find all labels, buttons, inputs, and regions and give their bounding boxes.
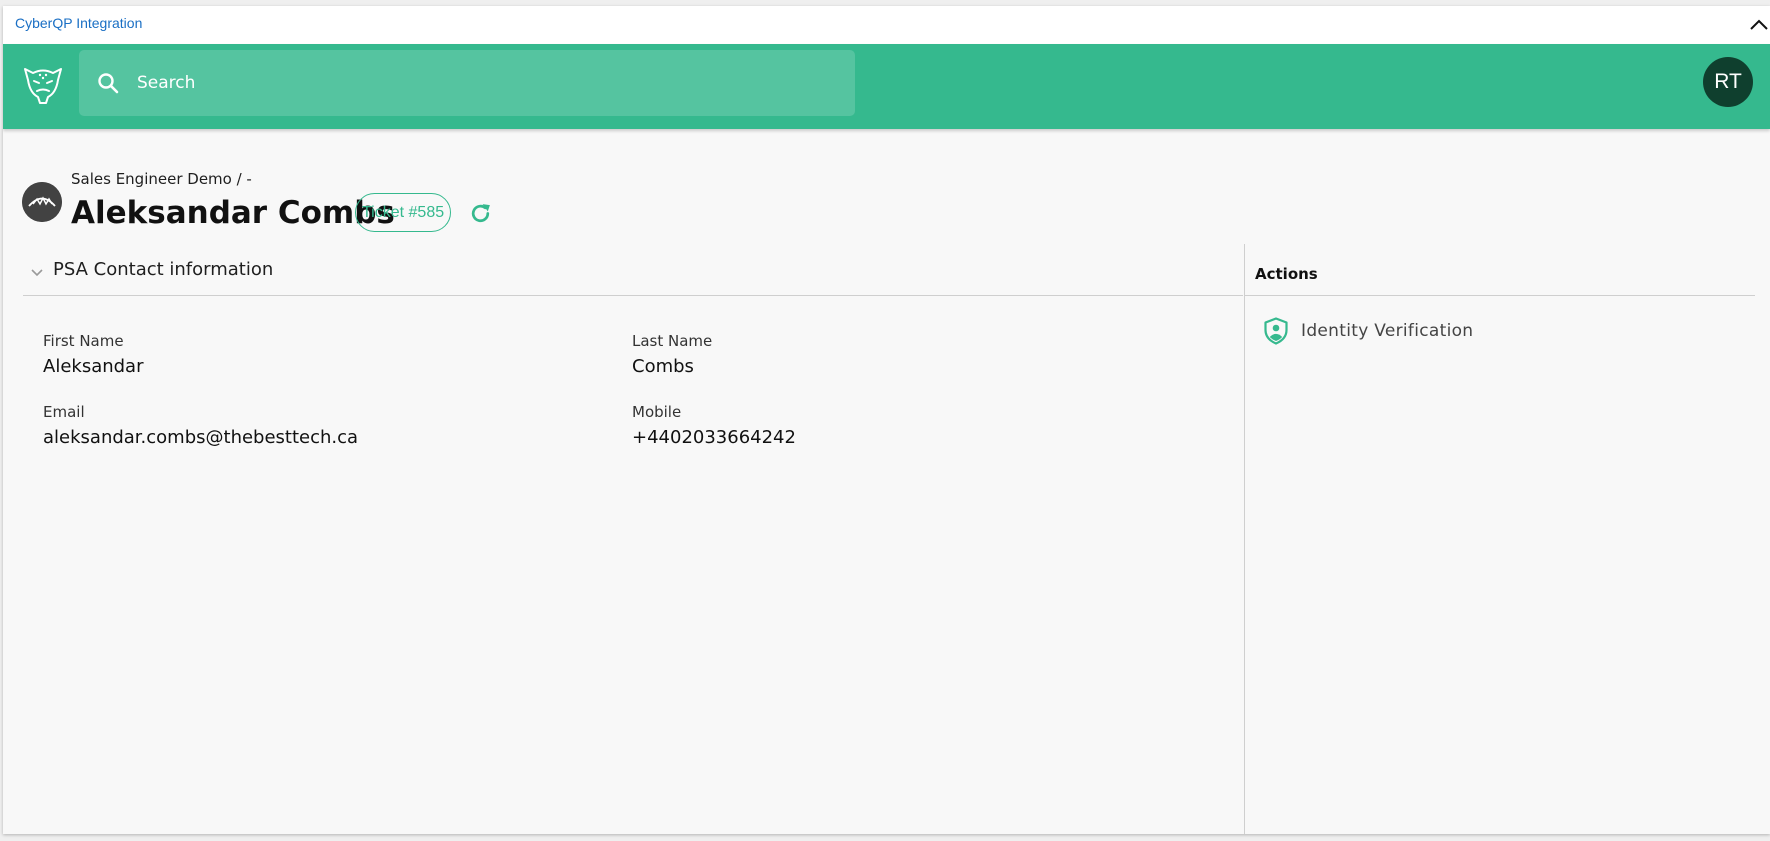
last-name-value: Combs	[632, 356, 694, 377]
chevron-up-icon[interactable]	[1748, 14, 1770, 36]
refresh-icon[interactable]	[468, 201, 493, 226]
shield-person-icon	[1264, 317, 1288, 345]
actions-title: Actions	[1255, 265, 1318, 283]
identity-verification-action[interactable]: Identity Verification	[1263, 314, 1483, 348]
action-label: Identity Verification	[1301, 321, 1474, 341]
first-name-field: First Name Aleksandar	[43, 332, 144, 377]
psa-contact-panel: PSA Contact information First Name Aleks…	[23, 244, 1243, 834]
actions-panel: Actions Identity Verification	[1245, 244, 1770, 834]
psa-section-header[interactable]: PSA Contact information	[23, 244, 1243, 296]
breadcrumb: Sales Engineer Demo / -	[71, 170, 252, 188]
chevron-down-icon	[31, 269, 43, 277]
mobile-value: +4402033664242	[632, 427, 796, 448]
psa-section-title: PSA Contact information	[53, 259, 274, 280]
first-name-value: Aleksandar	[43, 356, 144, 377]
user-avatar[interactable]: RT	[1703, 57, 1753, 107]
mobile-field: Mobile +4402033664242	[632, 403, 796, 448]
app-header: RT	[3, 44, 1770, 129]
contact-name: Aleksandar Combs	[71, 195, 395, 231]
email-field: Email aleksandar.combs@thebesttech.ca	[43, 403, 358, 448]
search-input[interactable]	[137, 50, 837, 116]
last-name-field: Last Name Combs	[632, 332, 712, 377]
email-label: Email	[43, 403, 85, 421]
ticket-badge[interactable]: Ticket #585	[355, 193, 452, 232]
integration-title: CyberQP Integration	[15, 15, 143, 31]
first-name-label: First Name	[43, 332, 124, 350]
cheetah-logo-icon[interactable]	[20, 61, 66, 107]
organization-logo-icon	[22, 182, 62, 222]
search-icon	[98, 73, 119, 94]
mobile-label: Mobile	[632, 403, 682, 421]
integration-bar: CyberQP Integration	[3, 6, 1770, 44]
app-frame: CyberQP Integration RT Sales Engineer De…	[3, 6, 1770, 834]
actions-header: Actions	[1245, 244, 1755, 296]
search-box[interactable]	[79, 50, 855, 116]
last-name-label: Last Name	[632, 332, 713, 350]
email-value: aleksandar.combs@thebesttech.ca	[43, 427, 359, 448]
